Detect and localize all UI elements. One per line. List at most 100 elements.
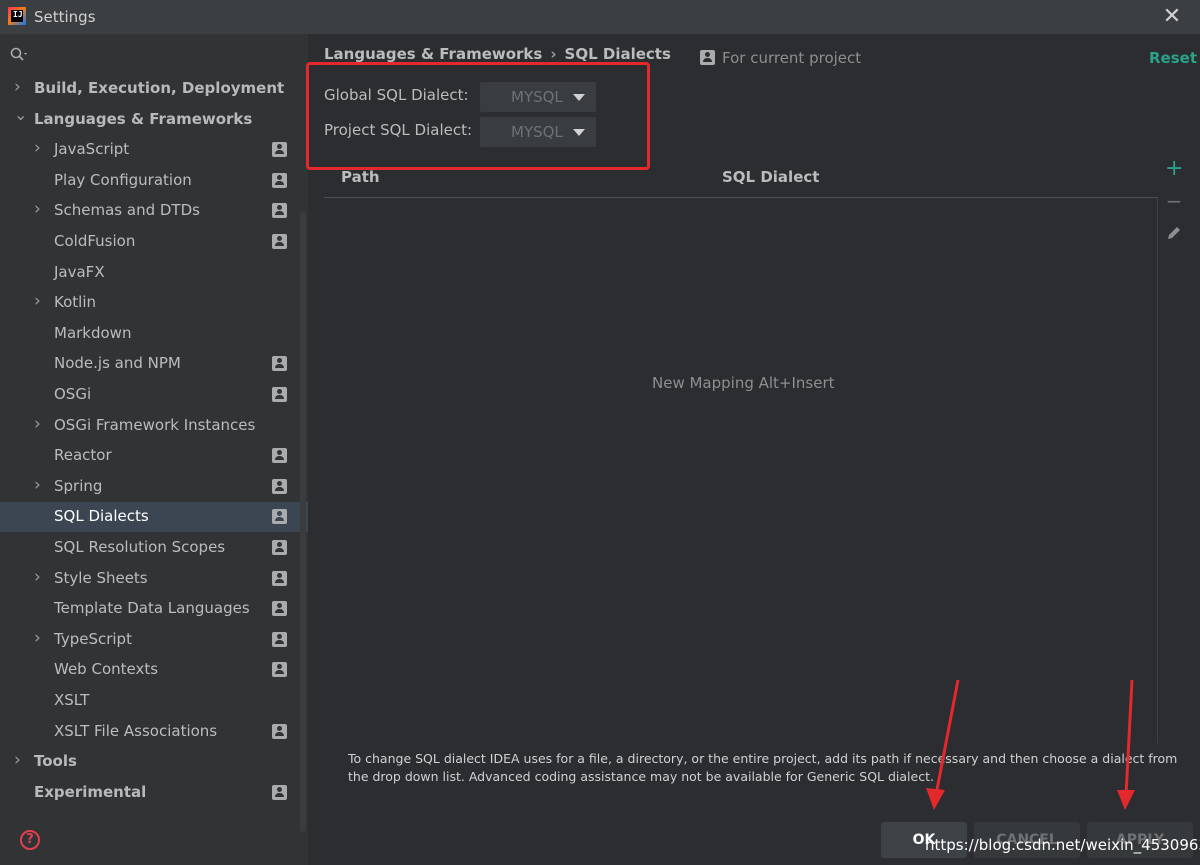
chevron-down-icon[interactable]: ⌄ xyxy=(14,105,27,124)
sidebar-item-style-sheets[interactable]: › Style Sheets xyxy=(0,564,308,594)
chevron-right-icon[interactable]: › xyxy=(34,291,46,311)
remove-mapping-icon[interactable]: − xyxy=(1165,191,1183,211)
sidebar-item-languages-frameworks[interactable]: ⌄ Languages & Frameworks xyxy=(0,105,308,135)
sidebar-item-label: Reactor xyxy=(54,446,112,465)
sidebar-item-label: Node.js and NPM xyxy=(54,354,181,373)
column-sql-dialect[interactable]: SQL Dialect xyxy=(722,168,819,186)
chevron-right-icon[interactable]: › xyxy=(34,414,46,434)
project-scope-icon xyxy=(272,601,287,617)
chevron-right-icon[interactable]: › xyxy=(34,475,46,495)
sidebar-item-spring[interactable]: › Spring xyxy=(0,472,308,502)
sidebar-item-kotlin[interactable]: › Kotlin xyxy=(0,288,308,318)
hint-text: To change SQL dialect IDEA uses for a fi… xyxy=(348,751,1178,784)
chevron-right-icon[interactable]: › xyxy=(34,628,46,648)
sidebar-item-sql-dialects[interactable]: SQL Dialects xyxy=(0,502,308,533)
sidebar-item-schemas-and-dtds[interactable]: › Schemas and DTDs xyxy=(0,196,308,226)
chevron-right-icon[interactable]: › xyxy=(14,750,26,770)
watermark-text: https://blog.csdn.net/weixin_45309636 xyxy=(925,836,1200,854)
project-scope-icon xyxy=(272,478,287,494)
project-scope-icon xyxy=(272,142,287,158)
sidebar-item-label: XSLT File Associations xyxy=(54,721,218,740)
add-mapping-icon[interactable]: + xyxy=(1165,158,1183,180)
scope-text: For current project xyxy=(722,49,862,67)
breadcrumb-current: SQL Dialects xyxy=(564,45,671,63)
logo-text: IJ xyxy=(13,10,23,19)
project-scope-icon xyxy=(272,540,287,555)
sidebar-item-label: Spring xyxy=(54,476,103,495)
sidebar-item-label: Tools xyxy=(34,752,77,771)
sidebar-item-label: SQL Resolution Scopes xyxy=(54,538,226,556)
sidebar-item-label: Experimental xyxy=(34,782,147,801)
sidebar-item-label: Languages & Frameworks xyxy=(34,109,253,128)
mapping-table-header: Path SQL Dialect xyxy=(324,164,1158,198)
sidebar-item-label: OSGi xyxy=(54,385,92,403)
search-icon[interactable] xyxy=(10,47,30,63)
breadcrumb-separator: › xyxy=(550,45,557,63)
sidebar-item-label: SQL Dialects xyxy=(54,507,149,526)
annotation-arrow-apply xyxy=(1117,679,1135,810)
sidebar-item-osgi-framework-instances[interactable]: › OSGi Framework Instances xyxy=(0,411,308,441)
edit-pencil-icon[interactable] xyxy=(1165,224,1183,242)
chevron-right-icon[interactable]: › xyxy=(14,77,26,97)
breadcrumb-parent[interactable]: Languages & Frameworks xyxy=(324,45,542,63)
close-icon[interactable]: ✕ xyxy=(1160,5,1184,29)
sidebar-item-label: TypeScript xyxy=(54,629,132,648)
annotation-arrow-ok xyxy=(926,679,960,810)
project-scope-icon xyxy=(272,784,287,800)
sidebar-item-markdown[interactable]: Markdown xyxy=(0,319,308,349)
sidebar-item-xslt-file-associations[interactable]: XSLT File Associations xyxy=(0,717,308,747)
sidebar-item-label: Style Sheets xyxy=(54,568,148,587)
sidebar-item-label: Play Configuration xyxy=(54,170,192,189)
column-path[interactable]: Path xyxy=(341,168,380,186)
breadcrumb: Languages & Frameworks › SQL Dialects xyxy=(324,45,671,63)
sidebar-item-label: JavaScript xyxy=(54,140,130,159)
project-scope-icon xyxy=(272,509,287,525)
chevron-right-icon[interactable]: › xyxy=(34,199,46,219)
project-scope-icon xyxy=(700,50,715,65)
project-scope-icon xyxy=(272,387,287,402)
sidebar-item-label: Template Data Languages xyxy=(54,599,250,618)
sidebar-item-sql-resolution-scopes[interactable]: SQL Resolution Scopes xyxy=(0,533,308,563)
sidebar-item-javafx[interactable]: JavaFX xyxy=(0,258,308,288)
chevron-right-icon[interactable]: › xyxy=(34,138,46,158)
project-scope-icon xyxy=(272,631,287,647)
project-scope-icon xyxy=(272,662,287,678)
sidebar-item-label: JavaFX xyxy=(54,262,105,281)
sidebar-item-label: Kotlin xyxy=(54,293,96,312)
window-title: Settings xyxy=(34,8,96,26)
sidebar-item-label: Schemas and DTDs xyxy=(54,201,200,220)
sidebar-item-tools[interactable]: › Tools xyxy=(0,747,308,777)
sidebar-item-template-data-languages[interactable]: Template Data Languages xyxy=(0,594,308,624)
settings-sidebar: › Build, Execution, Deployment ⌄ Languages … xyxy=(0,34,308,865)
sidebar-item-label: ColdFusion xyxy=(54,232,136,250)
sidebar-item-label: OSGi Framework Instances xyxy=(54,415,256,434)
sidebar-item-node-js-and-npm[interactable]: Node.js and NPM xyxy=(0,349,308,379)
chevron-right-icon[interactable]: › xyxy=(34,567,46,587)
project-scope-icon xyxy=(272,723,287,739)
sidebar-item-reactor[interactable]: Reactor xyxy=(0,441,308,471)
project-scope-icon xyxy=(272,203,287,219)
sidebar-item-label: Web Contexts xyxy=(54,660,159,679)
project-scope-icon xyxy=(272,172,287,188)
sidebar-item-xslt[interactable]: XSLT xyxy=(0,686,308,716)
project-scope-icon xyxy=(272,234,287,249)
sidebar-item-experimental[interactable]: Experimental xyxy=(0,778,308,808)
sidebar-item-build-execution-deployment[interactable]: › Build, Execution, Deployment xyxy=(0,74,308,104)
title-bar: IJ Settings ✕ xyxy=(0,0,1200,34)
annotation-highlight-box xyxy=(306,62,650,170)
sidebar-item-javascript[interactable]: › JavaScript xyxy=(0,135,308,165)
sidebar-item-label: Build, Execution, Deployment xyxy=(34,79,285,97)
sidebar-scrollbar[interactable] xyxy=(300,212,306,832)
sidebar-item-label: Markdown xyxy=(54,323,132,342)
sidebar-item-osgi[interactable]: OSGi xyxy=(0,380,308,410)
sidebar-item-coldfusion[interactable]: ColdFusion xyxy=(0,227,308,257)
table-divider xyxy=(1157,198,1158,743)
table-empty-text[interactable]: New Mapping Alt+Insert xyxy=(652,374,835,392)
intellij-logo-icon: IJ xyxy=(8,7,26,25)
project-scope-icon xyxy=(272,570,287,586)
help-icon[interactable]: ? xyxy=(20,830,40,850)
sidebar-item-typescript[interactable]: › TypeScript xyxy=(0,625,308,655)
reset-link[interactable]: Reset xyxy=(1149,49,1197,67)
sidebar-item-web-contexts[interactable]: Web Contexts xyxy=(0,655,308,685)
sidebar-item-play-configuration[interactable]: Play Configuration xyxy=(0,166,308,196)
